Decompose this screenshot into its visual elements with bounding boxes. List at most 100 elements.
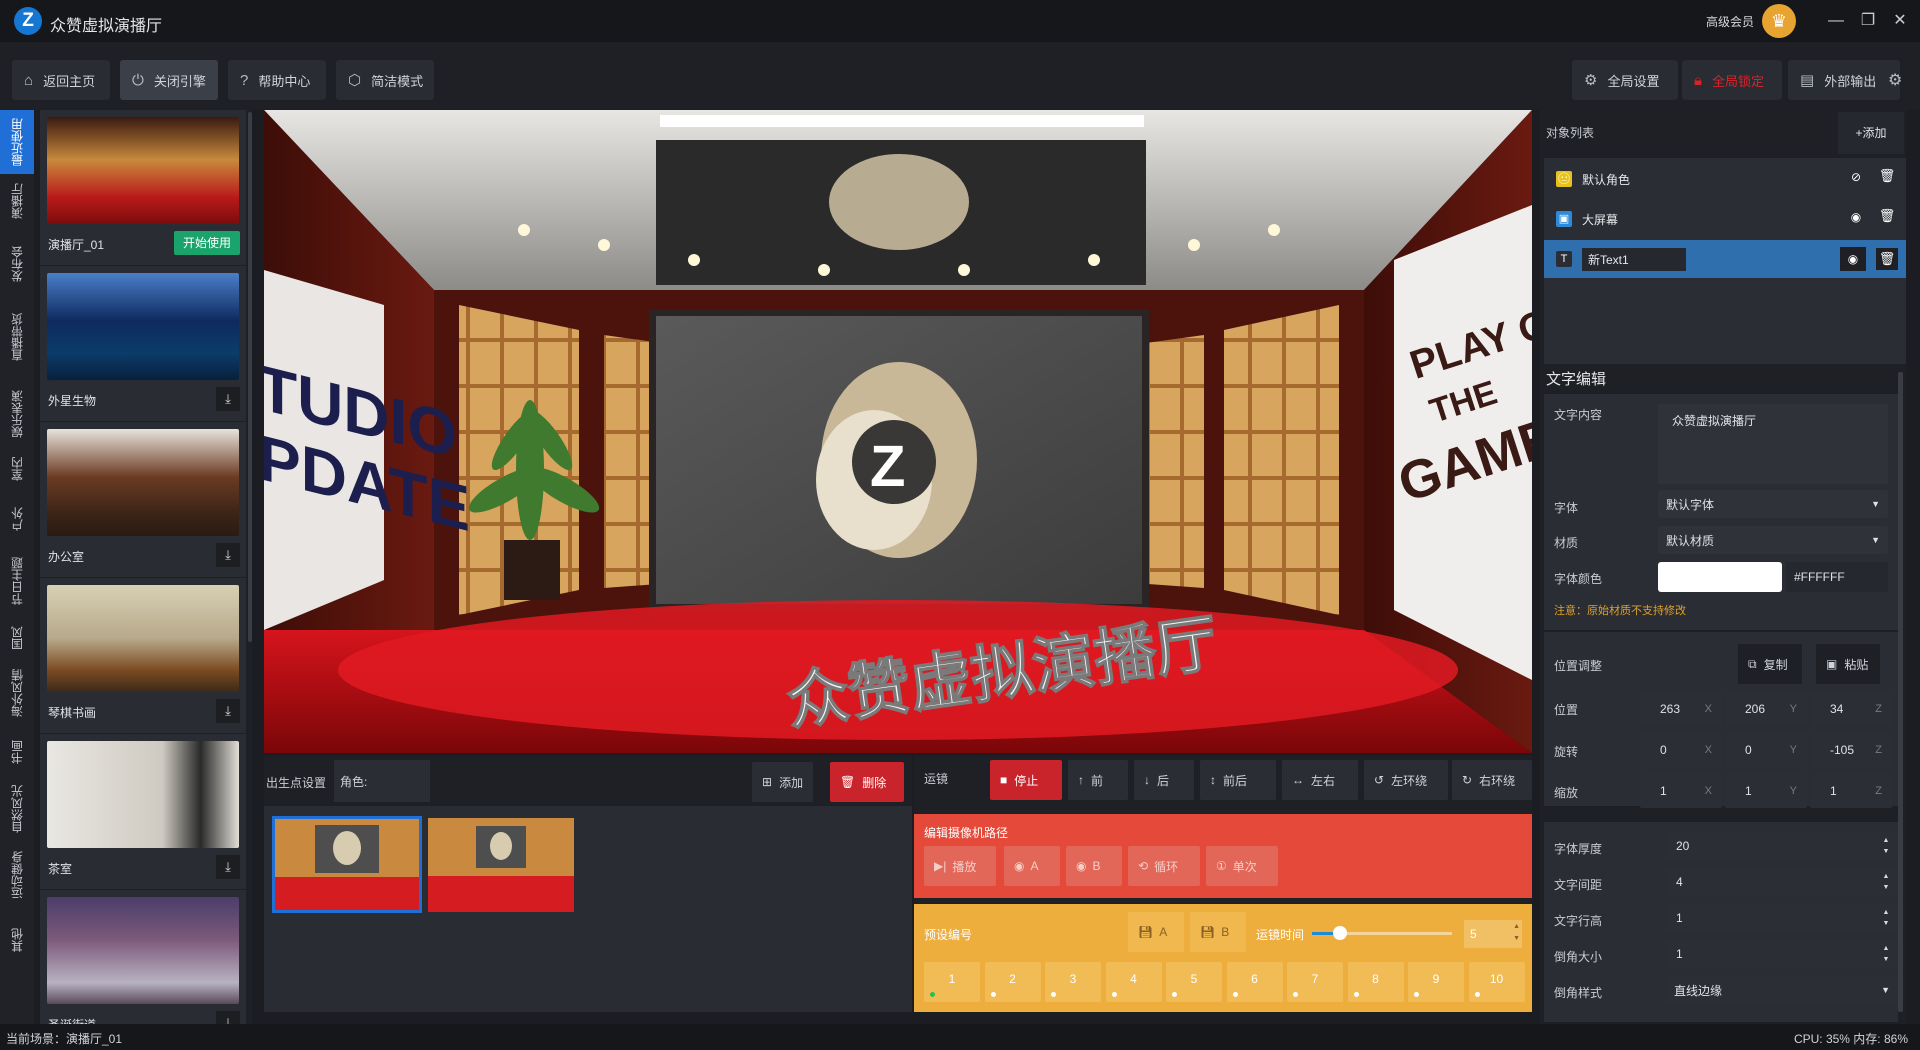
back-button[interactable]: ↓ 后	[1134, 760, 1194, 800]
scale-y-input[interactable]: 1Y	[1725, 774, 1807, 808]
position-z-input[interactable]: 34 Z	[1810, 692, 1892, 726]
scene-thumbnail[interactable]	[47, 273, 239, 380]
spawn-thumbnail-1[interactable]	[272, 816, 422, 913]
scene-thumbnail[interactable]	[47, 897, 239, 1004]
scene-card[interactable]: 演播厅_01 开始使用	[40, 110, 246, 265]
scene-card[interactable]: 圣诞街道 ⤓	[40, 890, 246, 1024]
home-button[interactable]: ⌂ 返回主页	[12, 60, 110, 100]
text-prop-spinbox[interactable]: 20 ▲ ▼	[1666, 832, 1898, 860]
trash-icon[interactable]: 🗑︎	[1876, 208, 1898, 230]
save-preset-a-button[interactable]: 💾︎ A	[1128, 912, 1184, 952]
text-content-input[interactable]: 众赞虚拟演播厅	[1658, 404, 1888, 484]
download-icon[interactable]: ⤓	[216, 1011, 240, 1024]
nav-item-5[interactable]: 室内	[0, 446, 34, 492]
copy-button[interactable]: ⧉ 复制	[1738, 644, 1802, 684]
rotation-y-input[interactable]: 0Y	[1725, 733, 1807, 767]
spawn-thumbnail-2[interactable]	[428, 818, 574, 912]
scene-card[interactable]: 外星生物 ⤓	[40, 266, 246, 421]
forward-button[interactable]: ↑ 前	[1068, 760, 1128, 800]
start-use-button[interactable]: 开始使用	[173, 231, 240, 255]
font-color-swatch[interactable]	[1658, 562, 1782, 592]
nav-item-12[interactable]: 运动健身	[0, 844, 34, 906]
stop-button[interactable]: ■ 停止	[990, 760, 1062, 800]
front-back-button[interactable]: ↕ 前后	[1200, 760, 1276, 800]
eye-icon[interactable]: ◉	[1846, 210, 1866, 228]
left-right-button[interactable]: ↔ 左右	[1282, 760, 1358, 800]
spinner-arrows-icon[interactable]: ▲ ▼	[1880, 943, 1892, 965]
preset-button-7[interactable]: 7	[1287, 962, 1343, 1002]
scene-card[interactable]: 茶室 ⤓	[40, 734, 246, 889]
preset-button-5[interactable]: 5	[1166, 962, 1222, 1002]
add-object-button[interactable]: +添加	[1838, 112, 1904, 154]
scene-thumbnail[interactable]	[47, 117, 239, 224]
preset-button-4[interactable]: 4	[1105, 962, 1162, 1002]
path-point-a-button[interactable]: ◉ A	[1004, 846, 1060, 886]
object-name[interactable]: 新Text1	[1582, 247, 1686, 271]
global-settings-button[interactable]: ⚙ 全局设置	[1572, 60, 1678, 100]
rotation-x-input[interactable]: 0X	[1640, 733, 1722, 767]
spinner-arrows-icon[interactable]: ▲ ▼	[1880, 907, 1892, 929]
nav-item-7[interactable]: 节日主题	[0, 546, 34, 616]
scene-list-scrollbar[interactable]	[248, 112, 252, 642]
close-button[interactable]: ✕	[1886, 9, 1914, 33]
orbit-left-button[interactable]: ↺ 左环绕	[1364, 760, 1448, 800]
spinner-arrows-icon[interactable]: ▲ ▼	[1880, 871, 1892, 893]
external-output-button[interactable]: ▤ 外部输出	[1788, 60, 1900, 100]
nav-item-1[interactable]: 演播厅	[0, 172, 34, 230]
crown-icon[interactable]: ♛	[1762, 4, 1796, 38]
scene-card[interactable]: 琴棋书画 ⤓	[40, 578, 246, 733]
text-prop-spinbox[interactable]: 1 ▲ ▼	[1666, 940, 1898, 968]
nav-item-11[interactable]: 自然风光	[0, 778, 34, 840]
nav-item-2[interactable]: 发布会	[0, 232, 34, 296]
download-icon[interactable]: ⤓	[216, 543, 240, 567]
minimize-button[interactable]: —	[1822, 9, 1850, 33]
spinner-arrows-icon[interactable]: ▲ ▼	[1880, 835, 1892, 857]
spawn-add-button[interactable]: ⊞ 添加	[752, 762, 814, 802]
scale-z-input[interactable]: 1Z	[1810, 774, 1892, 808]
trash-icon[interactable]: 🗑︎	[1876, 248, 1898, 270]
download-icon[interactable]: ⤓	[216, 855, 240, 879]
eye-off-icon[interactable]: ⊘	[1846, 170, 1866, 188]
simple-mode-button[interactable]: ⬡ 简洁模式	[336, 60, 434, 100]
font-select[interactable]: 默认字体 ▼	[1658, 490, 1888, 518]
preset-button-2[interactable]: 2	[984, 962, 1041, 1002]
right-panel-scrollbar[interactable]	[1898, 372, 1903, 1012]
preset-button-3[interactable]: 3	[1045, 962, 1101, 1002]
eye-icon[interactable]: ◉	[1840, 247, 1866, 271]
bevel-style-select[interactable]: 直线边缘 ▼	[1666, 976, 1898, 1004]
scale-x-input[interactable]: 1X	[1640, 774, 1722, 808]
orbit-right-button[interactable]: ↻ 右环绕	[1452, 760, 1532, 800]
scene-thumbnail[interactable]	[47, 741, 239, 848]
scene-thumbnail[interactable]	[47, 585, 239, 692]
material-select[interactable]: 默认材质 ▼	[1658, 526, 1888, 554]
preset-button-8[interactable]: 8	[1347, 962, 1404, 1002]
close-engine-button[interactable]: ⏻ 关闭引擎	[120, 60, 218, 100]
text-prop-spinbox[interactable]: 1 ▲ ▼	[1666, 904, 1898, 932]
loop-button[interactable]: ⟲ 循环	[1128, 846, 1200, 886]
duration-slider[interactable]	[1312, 926, 1452, 940]
output-settings-gear-icon[interactable]: ⚙	[1888, 70, 1902, 90]
preset-button-9[interactable]: 9	[1408, 962, 1464, 1002]
spinner-arrows-icon[interactable]: ▲ ▼	[1513, 921, 1520, 945]
nav-item-6[interactable]: 户外	[0, 496, 34, 542]
scene-thumbnail[interactable]	[47, 429, 239, 536]
object-row[interactable]: 🙂︎ 默认角色 ⊘ 🗑︎	[1544, 160, 1906, 198]
download-icon[interactable]: ⤓	[216, 699, 240, 723]
position-y-input[interactable]: 206 Y	[1725, 692, 1807, 726]
object-row[interactable]: ▣ 大屏幕 ◉ 🗑︎	[1544, 200, 1906, 238]
position-x-input[interactable]: 263 X	[1640, 692, 1722, 726]
nav-item-13[interactable]: 其他	[0, 912, 34, 968]
preset-button-6[interactable]: 6	[1226, 962, 1283, 1002]
preset-button-10[interactable]: 10	[1468, 962, 1525, 1002]
spawn-delete-button[interactable]: 🗑︎ 删除	[830, 762, 904, 802]
text-prop-spinbox[interactable]: 4 ▲ ▼	[1666, 868, 1898, 896]
paste-button[interactable]: ▣ 粘贴	[1816, 644, 1880, 684]
help-button[interactable]: ? 帮助中心	[228, 60, 326, 100]
rotation-z-input[interactable]: -105 Z	[1810, 733, 1892, 767]
path-point-b-button[interactable]: ◉ B	[1066, 846, 1122, 886]
download-icon[interactable]: ⤓	[216, 387, 240, 411]
duration-input[interactable]: 5 ▲ ▼	[1464, 920, 1522, 948]
scene-card[interactable]: 办公室 ⤓	[40, 422, 246, 577]
nav-item-3[interactable]: 直播带货	[0, 300, 34, 374]
once-button[interactable]: ① 单次	[1206, 846, 1278, 886]
